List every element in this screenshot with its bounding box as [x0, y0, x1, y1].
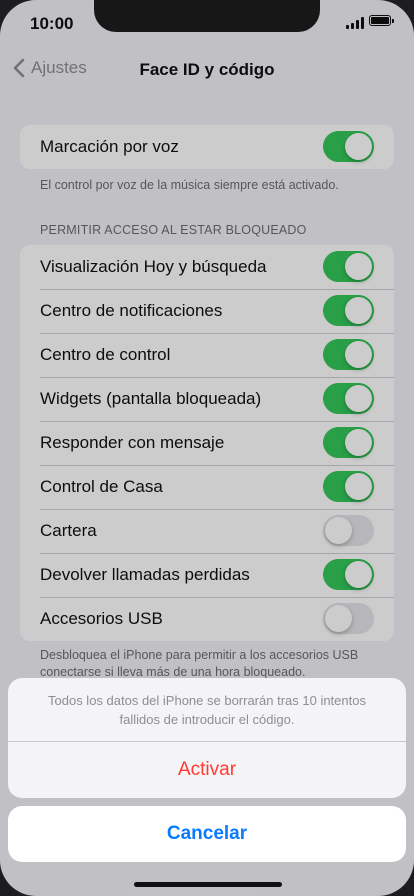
action-sheet: Todos los datos del iPhone se borrarán t… [8, 678, 406, 798]
home-indicator[interactable] [134, 882, 282, 887]
phone-screen: 10:00 Ajustes Face ID y código Marcación… [0, 0, 414, 896]
action-sheet-message: Todos los datos del iPhone se borrarán t… [48, 693, 366, 727]
cancel-button[interactable]: Cancelar [8, 806, 406, 862]
activate-button[interactable]: Activar [8, 742, 406, 798]
